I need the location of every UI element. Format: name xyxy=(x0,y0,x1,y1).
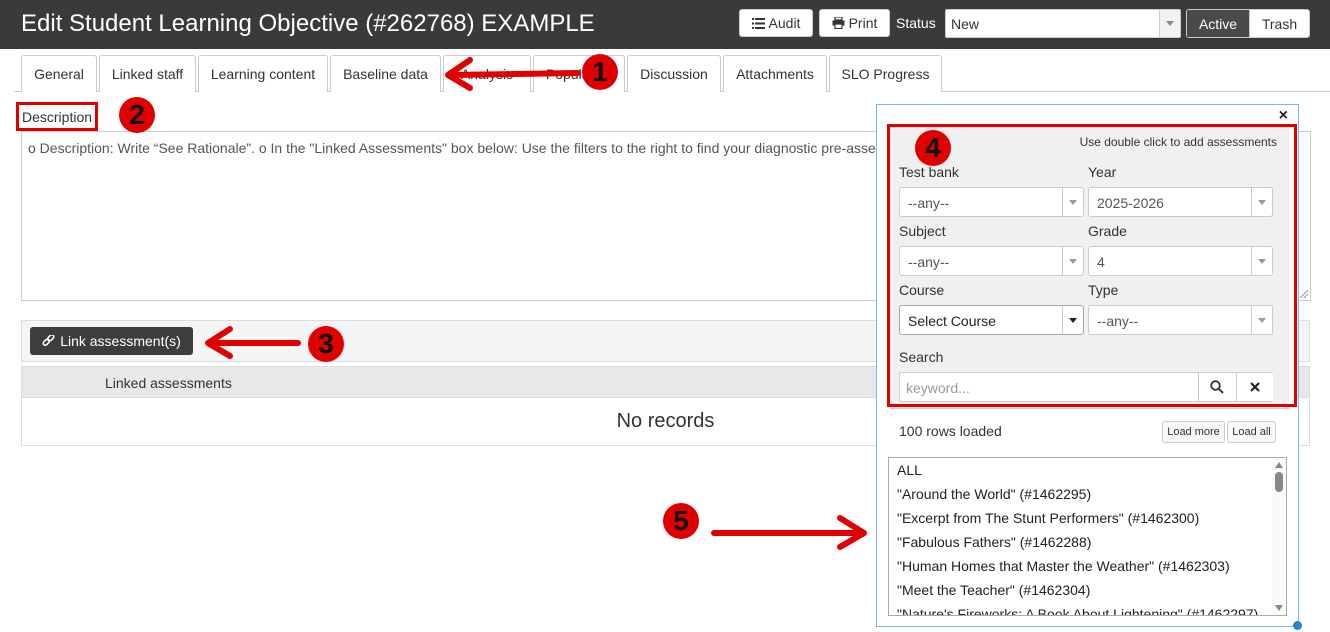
load-all-button[interactable]: Load all xyxy=(1227,421,1276,443)
resize-handle-icon[interactable] xyxy=(1300,290,1308,298)
audit-button[interactable]: Audit xyxy=(739,9,813,37)
list-item[interactable]: ALL xyxy=(897,462,922,478)
annotation-badge-4: 4 xyxy=(915,130,951,166)
audit-label: Audit xyxy=(768,15,801,31)
active-trash-toggle: Active Trash xyxy=(1186,9,1310,38)
tab-linked-staff[interactable]: Linked staff xyxy=(99,55,196,92)
annotation-box-filters xyxy=(887,124,1297,407)
scroll-down-icon[interactable] xyxy=(1275,605,1283,611)
page-title: Edit Student Learning Objective (#262768… xyxy=(21,10,595,37)
tab-learning-content[interactable]: Learning content xyxy=(198,55,328,92)
annotation-badge-3: 3 xyxy=(308,326,344,362)
list-item[interactable]: "Excerpt from The Stunt Performers" (#14… xyxy=(897,510,1199,526)
list-item[interactable]: "Nature's Fireworks: A Book About Lighte… xyxy=(897,606,1258,615)
tab-analysis[interactable]: Analysis xyxy=(443,55,531,92)
print-label: Print xyxy=(848,15,878,31)
annotation-arrow-5 xyxy=(711,515,867,550)
rows-loaded-text: 100 rows loaded xyxy=(899,423,1002,439)
tab-discussion[interactable]: Discussion xyxy=(627,55,721,92)
annotation-badge-2: 2 xyxy=(119,97,155,133)
chevron-down-icon xyxy=(1159,10,1180,37)
list-scrollbar[interactable] xyxy=(1272,458,1286,615)
list-item[interactable]: "Meet the Teacher" (#1462304) xyxy=(897,582,1090,598)
column-header-linked-assessments: Linked assessments xyxy=(105,375,232,391)
panel-resize-handle[interactable] xyxy=(1293,621,1302,630)
link-assessments-label: Link assessment(s) xyxy=(60,333,181,349)
close-icon[interactable]: × xyxy=(1279,107,1288,125)
list-item[interactable]: "Human Homes that Master the Weather" (#… xyxy=(897,558,1230,574)
printer-icon xyxy=(832,17,845,29)
list-item[interactable]: "Fabulous Fathers" (#1462288) xyxy=(897,534,1091,550)
tab-general[interactable]: General xyxy=(21,55,97,92)
scroll-thumb[interactable] xyxy=(1275,472,1283,492)
annotation-box-description xyxy=(16,102,98,131)
active-toggle-button[interactable]: Active xyxy=(1187,10,1249,37)
list-icon xyxy=(751,17,765,29)
chain-link-icon xyxy=(42,334,55,346)
tab-slo-progress[interactable]: SLO Progress xyxy=(829,55,942,92)
status-label: Status xyxy=(896,15,936,31)
trash-toggle-button[interactable]: Trash xyxy=(1249,10,1309,37)
tab-attachments[interactable]: Attachments xyxy=(723,55,827,92)
annotation-badge-1: 1 xyxy=(582,54,618,90)
link-assessments-button[interactable]: Link assessment(s) xyxy=(30,327,193,355)
load-more-button[interactable]: Load more xyxy=(1162,421,1225,443)
list-item[interactable]: "Around the World" (#1462295) xyxy=(897,486,1091,502)
assessment-list[interactable]: ALL "Around the World" (#1462295) "Excer… xyxy=(888,457,1287,616)
scroll-up-icon[interactable] xyxy=(1275,462,1283,468)
status-select[interactable]: New xyxy=(945,9,1181,38)
print-button[interactable]: Print xyxy=(819,9,890,37)
annotation-badge-5: 5 xyxy=(663,503,699,539)
tab-baseline-data[interactable]: Baseline data xyxy=(330,55,441,92)
status-value: New xyxy=(951,16,980,32)
header-bar: Edit Student Learning Objective (#262768… xyxy=(0,0,1330,49)
